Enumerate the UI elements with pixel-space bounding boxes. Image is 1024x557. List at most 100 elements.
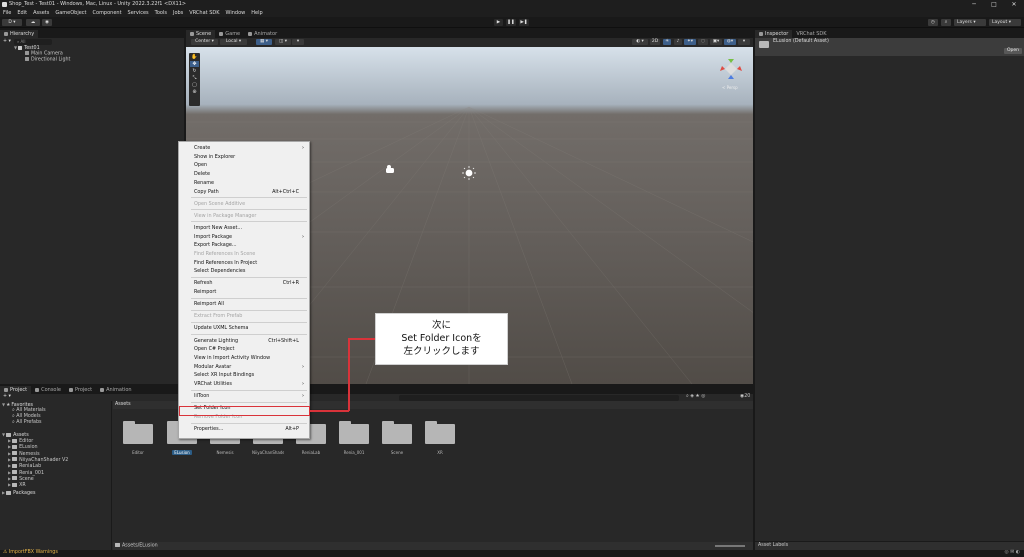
rect-tool-icon[interactable]: ▢: [190, 82, 199, 88]
asset-tree-item[interactable]: ▶ Scene: [8, 476, 34, 482]
account-dropdown[interactable]: D ▾: [2, 19, 22, 26]
context-menu-item-update-uxml-schema[interactable]: Update UXML Schema: [194, 324, 301, 332]
folder-item-xr[interactable]: XR: [424, 420, 456, 455]
2d-toggle[interactable]: 2D: [650, 39, 660, 45]
cloud-icon[interactable]: ☁: [26, 19, 40, 26]
icon-size-slider[interactable]: [715, 545, 745, 547]
menu-vrchat-sdk[interactable]: VRChat SDK: [189, 9, 219, 17]
context-menu-item-select-dependencies[interactable]: Select Dependencies: [194, 267, 301, 275]
lighting-toggle[interactable]: ☀: [663, 39, 671, 45]
asset-tree-item[interactable]: ▶ Nemesis: [8, 451, 40, 457]
context-menu-item-modular-avatar[interactable]: Modular Avatar ›: [194, 363, 304, 371]
tab-animation[interactable]: Animation: [96, 386, 136, 394]
folder-item-renia-001[interactable]: Renia_001: [338, 420, 370, 455]
hierarchy-item-directional-light[interactable]: Directional Light: [25, 57, 70, 63]
menu-assets[interactable]: Assets: [33, 9, 49, 17]
context-menu-item-open[interactable]: Open: [194, 161, 301, 169]
step-button[interactable]: ▶❚: [519, 19, 529, 26]
tab-vrchat-sdk[interactable]: VRChat SDK: [792, 30, 830, 38]
minimize-button[interactable]: ─: [964, 0, 984, 9]
camera-gizmo-icon[interactable]: [386, 165, 394, 173]
context-menu-item-select-xr-input-bindings[interactable]: Select XR Input Bindings: [194, 371, 301, 379]
menu-tools[interactable]: Tools: [155, 9, 167, 17]
asset-tree-item[interactable]: ▶ ELusion: [8, 444, 38, 450]
asset-tree-item[interactable]: ▶ Editor: [8, 438, 33, 444]
tab-inspector[interactable]: Inspector: [755, 30, 793, 38]
effects-toggle[interactable]: ✦▾: [684, 39, 696, 45]
menu-gameobject[interactable]: GameObject: [55, 9, 86, 17]
context-menu-item-rename[interactable]: Rename: [194, 179, 301, 187]
context-menu-item-reimport-all[interactable]: Reimport All: [194, 300, 301, 308]
context-menu-item-delete[interactable]: Delete: [194, 170, 301, 178]
tab-console[interactable]: Console: [31, 386, 65, 394]
layout-dropdown[interactable]: Layout ▾: [989, 19, 1021, 26]
hierarchy-add-button[interactable]: + ▾: [3, 39, 11, 45]
move-tool-icon[interactable]: ✥: [190, 61, 199, 67]
project-filter-icons[interactable]: ⌕ ◈ ★ ◎: [686, 394, 705, 400]
orientation-gizmo-icon[interactable]: [720, 59, 742, 79]
context-menu-item-refresh[interactable]: Refresh Ctrl+R: [194, 279, 301, 287]
asset-tree-item[interactable]: ▶ ReniaLab: [8, 463, 41, 469]
draw-mode-button[interactable]: ◐ ▾: [632, 39, 648, 45]
maximize-button[interactable]: □: [984, 0, 1004, 9]
rotate-tool-icon[interactable]: ↻: [190, 68, 199, 74]
play-button[interactable]: ▶: [494, 19, 503, 26]
tab-project[interactable]: Project: [0, 386, 32, 394]
layers-dropdown[interactable]: Layers ▾: [954, 19, 986, 26]
menu-edit[interactable]: Edit: [17, 9, 27, 17]
breadcrumb-assets[interactable]: Assets: [115, 402, 131, 408]
transform-tool-icon[interactable]: ⊕: [190, 89, 199, 95]
gizmos-toggle[interactable]: ◍▾: [724, 39, 736, 45]
folder-item-scene[interactable]: Scene: [381, 420, 413, 455]
pause-button[interactable]: ❚❚: [506, 19, 516, 26]
context-menu-item-find-references-in-project[interactable]: Find References In Project: [194, 259, 301, 267]
context-menu-item-export-package[interactable]: Export Package...: [194, 241, 301, 249]
context-menu-item-import-package[interactable]: Import Package ›: [194, 233, 304, 241]
menu-component[interactable]: Component: [93, 9, 122, 17]
tab-animator[interactable]: Animator: [244, 30, 281, 38]
hidden-objects-toggle[interactable]: ◌: [698, 39, 708, 45]
search-icon[interactable]: ⌕: [941, 19, 951, 26]
menu-window[interactable]: Window: [226, 9, 246, 17]
hand-tool-icon[interactable]: ✋: [190, 54, 199, 60]
gizmos-dropdown[interactable]: ▾: [738, 39, 750, 45]
folder-item-editor[interactable]: Editor: [122, 420, 154, 455]
status-icons[interactable]: ◎ ✉ ◐: [1005, 550, 1020, 556]
status-message[interactable]: ⚠ ImportFBX Warnings: [3, 550, 58, 556]
grid-snap-button[interactable]: ▦ ▾: [256, 39, 272, 45]
space-dropdown[interactable]: Local ▾: [220, 39, 247, 45]
context-menu-item-open-c-project[interactable]: Open C# Project: [194, 345, 301, 353]
camera-settings-button[interactable]: ▣▾: [710, 39, 722, 45]
tab-scene[interactable]: Scene: [186, 30, 216, 38]
context-menu-item-import-new-asset[interactable]: Import New Asset...: [194, 224, 301, 232]
tab-project-2[interactable]: Project: [65, 386, 96, 394]
tab-hierarchy[interactable]: Hierarchy: [0, 30, 39, 38]
asset-tree-item[interactable]: ▶ Renia_001: [8, 470, 44, 476]
snap-increment-button[interactable]: ◫ ▾: [275, 39, 291, 45]
menu-services[interactable]: Services: [128, 9, 149, 17]
close-button[interactable]: ✕: [1004, 0, 1024, 9]
context-menu-item-generate-lighting[interactable]: Generate Lighting Ctrl+Shift+L: [194, 337, 301, 345]
context-menu-item-liltoon[interactable]: lilToon ›: [194, 392, 304, 400]
context-menu-item-copy-path[interactable]: Copy Path Alt+Ctrl+C: [194, 188, 301, 196]
context-menu-item-create[interactable]: Create ›: [194, 144, 304, 152]
project-add-button[interactable]: + ▾: [3, 394, 11, 400]
persp-label[interactable]: < Persp: [722, 85, 738, 90]
asset-tree-item[interactable]: ▶ NiiyaChanShader V2: [8, 457, 68, 463]
more-options-button[interactable]: ▾: [292, 39, 304, 45]
context-menu-item-view-in-import-activity-window[interactable]: View in Import Activity Window: [194, 354, 301, 362]
menu-jobs[interactable]: Jobs: [173, 9, 183, 17]
context-menu-item-reimport[interactable]: Reimport: [194, 288, 301, 296]
packages-row[interactable]: ▶ Packages: [2, 490, 35, 496]
menu-help[interactable]: Help: [251, 9, 262, 17]
history-icon[interactable]: ◷: [928, 19, 938, 26]
favorite-all-prefabs[interactable]: ⌕ All Prefabs: [12, 420, 42, 426]
pivot-dropdown[interactable]: Center ▾: [191, 39, 218, 45]
menu-file[interactable]: File: [3, 9, 11, 17]
scale-tool-icon[interactable]: ⤡: [190, 75, 199, 81]
context-menu-item-vrchat-utilities[interactable]: VRChat Utilities ›: [194, 380, 304, 388]
tab-game[interactable]: Game: [215, 30, 244, 38]
context-menu-item-properties[interactable]: Properties... Alt+P: [194, 425, 301, 433]
open-button[interactable]: Open: [1004, 48, 1022, 54]
audio-toggle[interactable]: ♪: [674, 39, 682, 45]
